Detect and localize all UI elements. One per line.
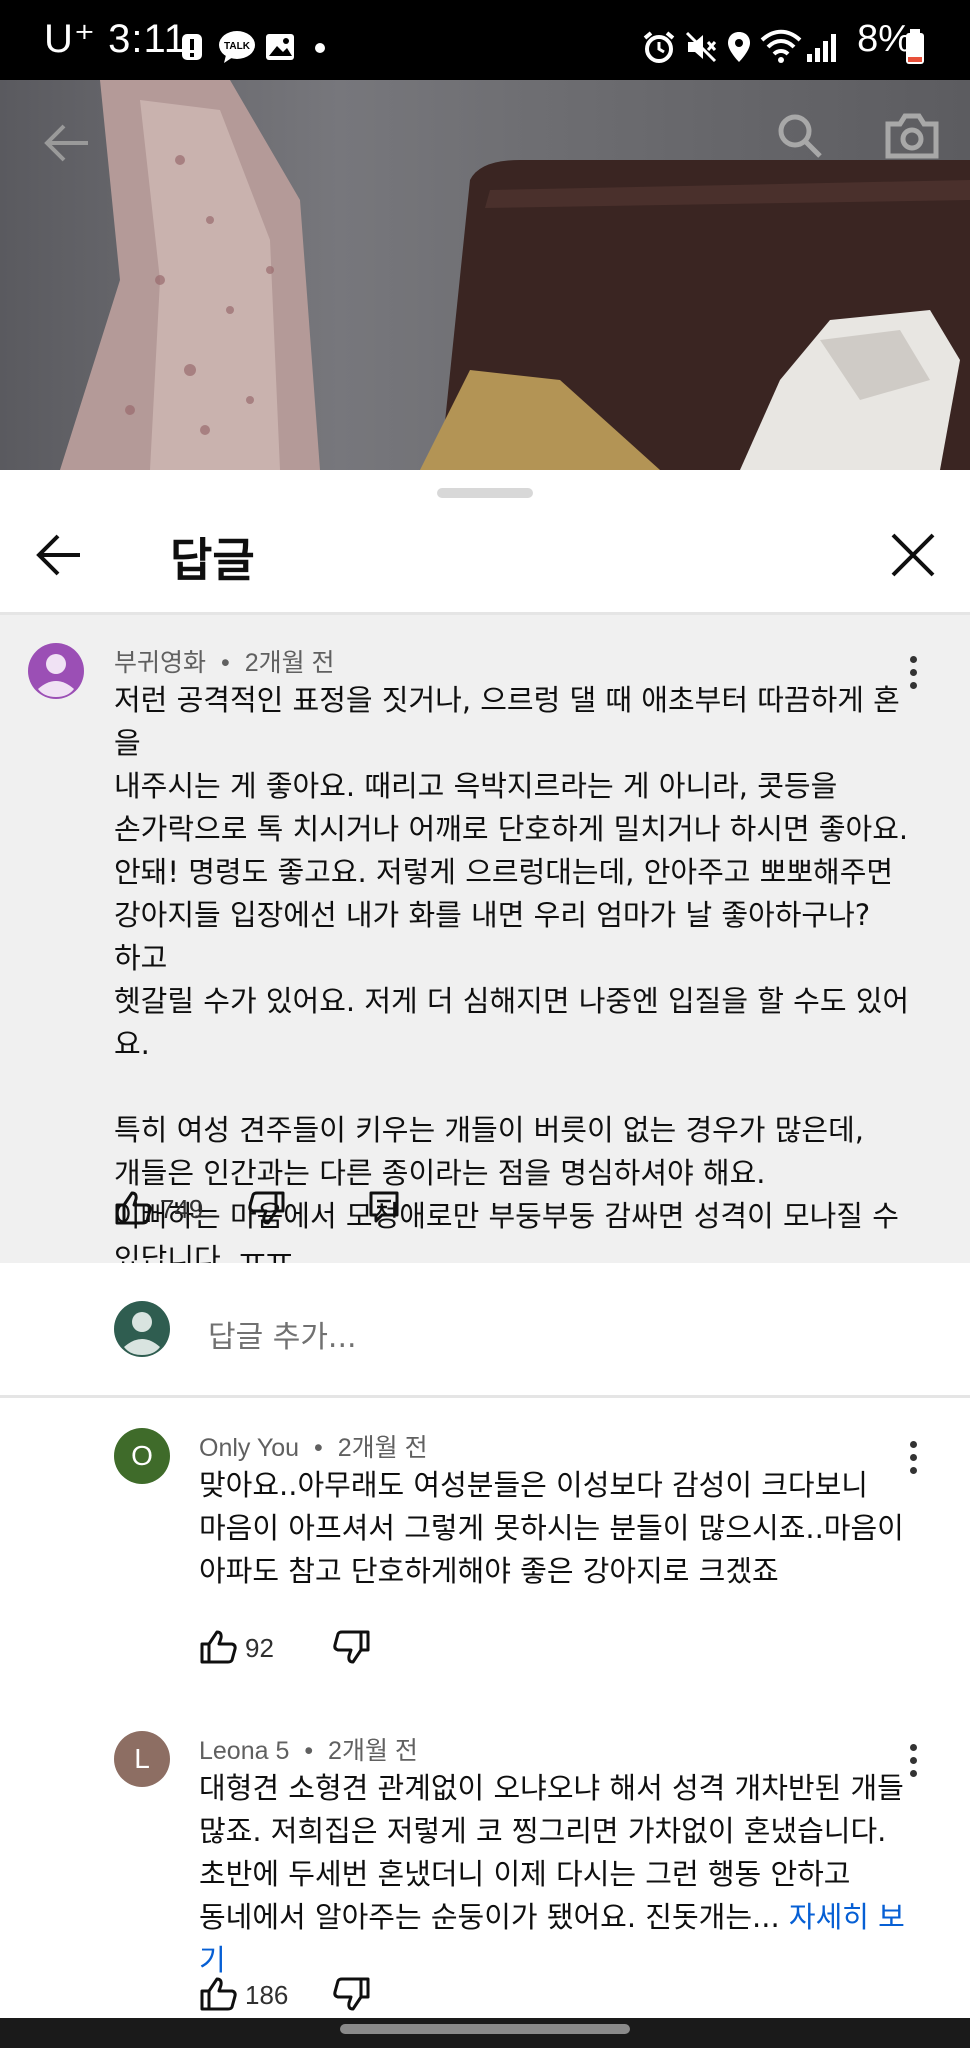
- status-bar: U⁺ 3:11 TALK 8%: [0, 0, 970, 80]
- avatar[interactable]: [28, 643, 84, 699]
- video-player[interactable]: [0, 80, 970, 470]
- comment-author[interactable]: Leona 5: [199, 1737, 289, 1765]
- comment-text: 맞아요..아무래도 여성분들은 이성보다 감성이 크다보니 마음이 아프셔서 그…: [199, 1468, 904, 1588]
- kakaotalk-icon: TALK: [219, 31, 255, 63]
- avatar[interactable]: L: [114, 1731, 170, 1787]
- like-icon[interactable]: [199, 1629, 239, 1665]
- meta-separator: •: [314, 1434, 323, 1462]
- video-frame: [60, 80, 970, 470]
- close-icon[interactable]: [890, 532, 936, 578]
- like-count: 749: [160, 1194, 204, 1224]
- dislike-icon[interactable]: [331, 1629, 371, 1665]
- divider: [0, 1395, 970, 1398]
- user-avatar: [114, 1301, 170, 1357]
- header-back-icon[interactable]: [34, 530, 84, 580]
- alert-icon: [182, 34, 202, 60]
- comment-time: 2개월 전: [244, 649, 335, 677]
- comment-author[interactable]: Only You: [199, 1434, 299, 1462]
- back-icon[interactable]: [42, 118, 92, 168]
- search-icon[interactable]: [776, 112, 824, 160]
- meta-separator: •: [220, 649, 230, 677]
- wifi-icon: [760, 29, 802, 63]
- reply-icon[interactable]: [368, 1190, 400, 1224]
- status-time: U⁺ 3:11: [44, 17, 187, 61]
- mute-icon: [685, 31, 717, 63]
- dislike-icon[interactable]: [246, 1190, 286, 1226]
- comment-meta: 부귀영화 • 2개월 전: [114, 643, 335, 679]
- like-icon[interactable]: [114, 1190, 154, 1226]
- like-icon[interactable]: [199, 1976, 239, 2012]
- location-icon: [728, 32, 750, 62]
- like-count: 92: [245, 1633, 274, 1663]
- svg-text:TALK: TALK: [224, 41, 251, 52]
- add-reply-input[interactable]: 답글 추가...: [208, 1312, 357, 1356]
- meta-separator: •: [304, 1737, 314, 1765]
- page-title: 답글: [170, 533, 255, 587]
- dislike-icon[interactable]: [331, 1976, 371, 2012]
- comment-time: 2개월 전: [337, 1434, 428, 1462]
- comment-meta: Only You • 2개월 전: [199, 1428, 428, 1464]
- comment-time: 2개월 전: [328, 1737, 418, 1765]
- dot-icon: [315, 43, 325, 53]
- like-count: 186: [245, 1980, 289, 2010]
- camera-icon[interactable]: [884, 112, 940, 160]
- home-gesture-bar[interactable]: [340, 2024, 630, 2034]
- comment-text: 대형견 소형견 관계없이 오냐오냐 해서 성격 개차반된 개들 많죠. 저희집은…: [199, 1767, 919, 1982]
- signal-icon: [807, 34, 836, 62]
- avatar[interactable]: O: [114, 1428, 170, 1484]
- comment-text: 저런 공격적인 표정을 짓거나, 으르렁 댈 때 애초부터 따끔하게 혼을 내주…: [114, 683, 910, 1276]
- comment-meta: Leona 5 • 2개월 전: [199, 1731, 418, 1767]
- gallery-icon: [266, 34, 294, 60]
- drag-handle[interactable]: [437, 488, 533, 498]
- comment-author[interactable]: 부귀영화: [114, 649, 206, 677]
- alarm-icon: [643, 31, 675, 63]
- replies-header: [0, 500, 970, 612]
- battery-icon: [906, 29, 924, 64]
